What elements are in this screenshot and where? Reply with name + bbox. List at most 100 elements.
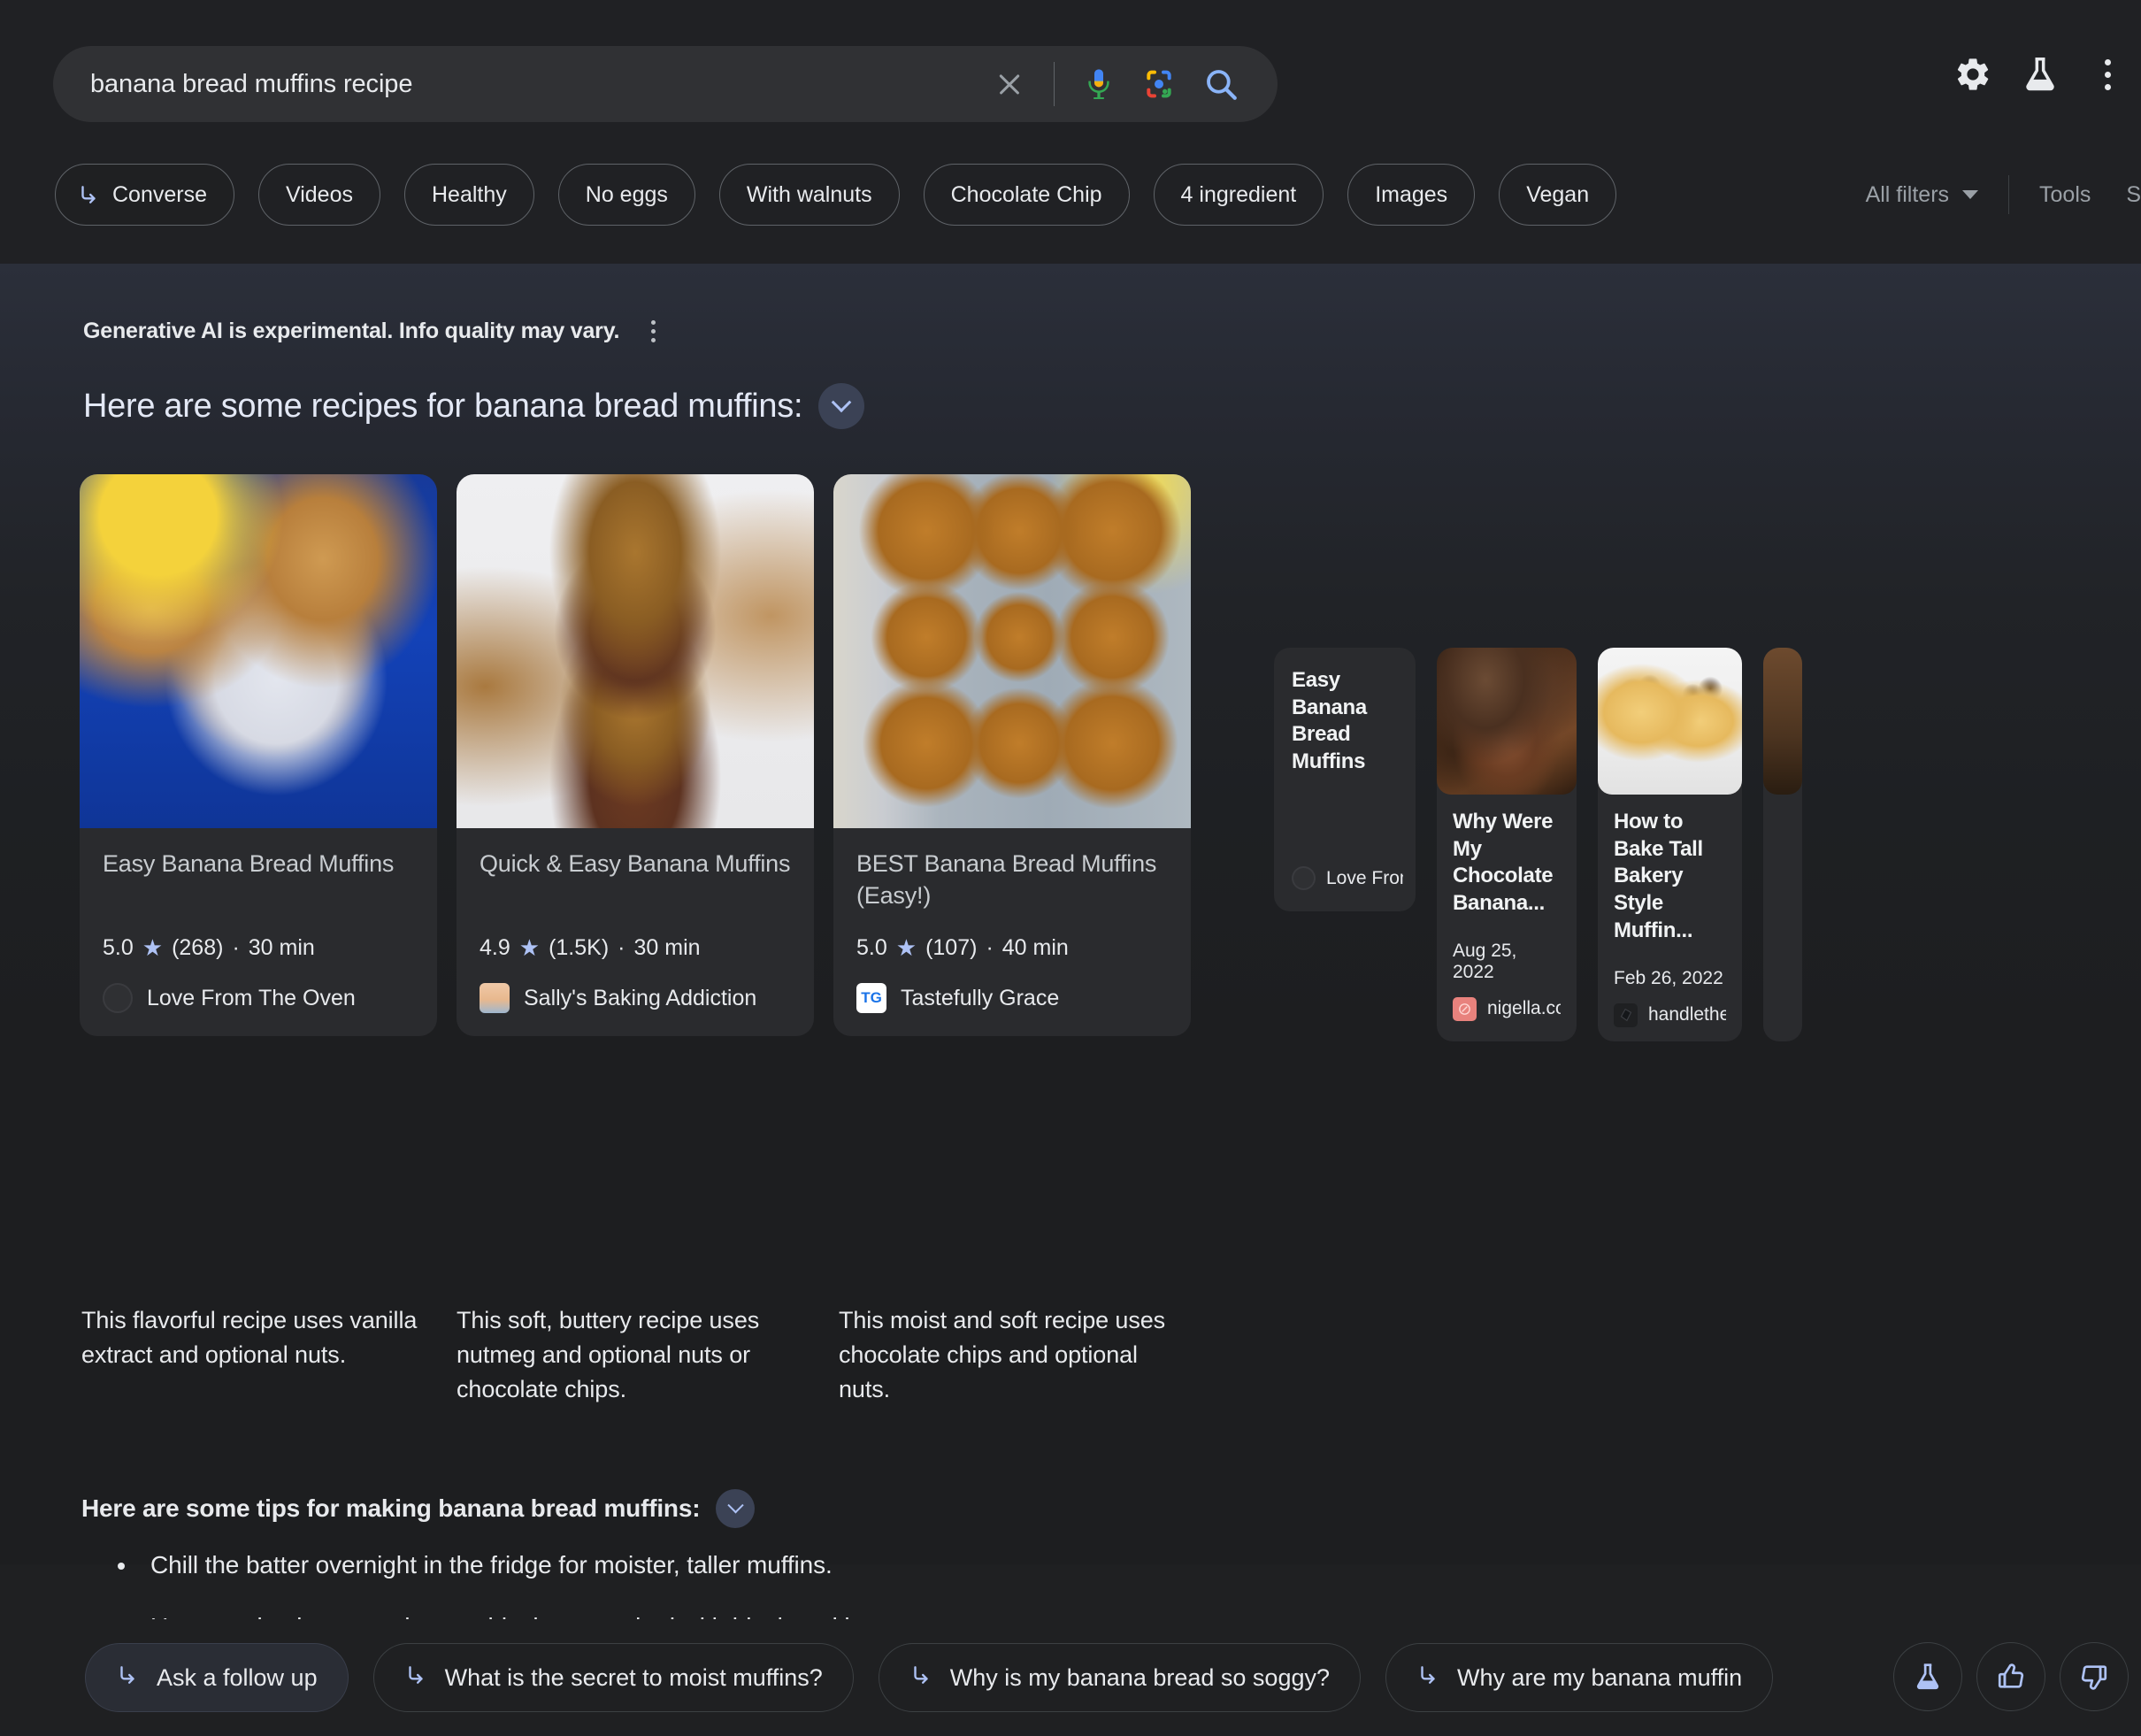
filter-chip-no-eggs[interactable]: No eggs [557, 164, 695, 226]
chevron-down-icon [727, 1496, 744, 1513]
source-card-title: How to Bake Tall Bakery Style Muffin... [1614, 810, 1703, 942]
labs-flask-icon[interactable] [1893, 1642, 1962, 1711]
recipe-card-body: Easy Banana Bread Muffins 5.0 ★ (268) · … [80, 828, 437, 1036]
search-header: Converse Videos Healthy No eggs With wal… [0, 0, 2141, 264]
turn-arrow-icon [404, 1663, 427, 1693]
all-filters-button[interactable]: All filters [1865, 181, 1979, 208]
thumbs-down-icon[interactable] [2060, 1642, 2129, 1711]
source-card-carousel: Easy Banana Bread Muffins Love From ... … [1274, 648, 1802, 1041]
microphone-icon[interactable] [1074, 59, 1124, 109]
list-item: Chill the batter overnight in the fridge… [138, 1547, 1247, 1584]
recipe-thumbnail [833, 474, 1191, 828]
google-lens-icon[interactable] [1134, 59, 1184, 109]
recipe-card-list: Easy Banana Bread Muffins 5.0 ★ (268) · … [80, 474, 1191, 1036]
meta-separator: · [232, 935, 240, 960]
favicon-icon [1292, 866, 1316, 890]
ai-overflow-menu-icon[interactable] [651, 320, 656, 342]
filter-chip-vegan[interactable]: Vegan [1499, 164, 1617, 226]
filter-chip-label: Images [1375, 181, 1448, 207]
kebab-menu-icon[interactable] [2074, 41, 2141, 108]
recipes-expand-button[interactable] [818, 383, 865, 429]
recipe-card[interactable]: BEST Banana Bread Muffins (Easy!) 5.0 ★ … [833, 474, 1191, 1036]
recipe-card[interactable]: Quick & Easy Banana Muffins 4.9 ★ (1.5K)… [457, 474, 814, 1036]
filter-chip-label: Converse [112, 181, 207, 207]
gear-icon[interactable] [1939, 41, 2007, 108]
source-card[interactable]: Easy Banana Bread Muffins Love From ... [1274, 648, 1416, 911]
filter-chip-chocolate-chip[interactable]: Chocolate Chip [923, 164, 1130, 226]
tips-expand-button[interactable] [716, 1489, 756, 1528]
recipe-source-name: Sally's Baking Addiction [524, 985, 757, 1010]
recipe-thumbnail [80, 474, 437, 828]
followup-chip-label: Why is my banana bread so soggy? [949, 1663, 1330, 1691]
followup-chip-banana-muffins[interactable]: Why are my banana muffin [1385, 1643, 1774, 1712]
filter-chip-with-walnuts[interactable]: With walnuts [718, 164, 900, 226]
source-card-body: Why Were My Chocolate Banana... Aug 25, … [1437, 795, 1577, 1035]
followup-chip-moist-muffins[interactable]: What is the secret to moist muffins? [372, 1643, 854, 1712]
meta-separator: · [986, 935, 994, 960]
source-card-partial[interactable] [1763, 648, 1802, 1041]
followup-bar: Ask a follow up What is the secret to mo… [0, 1619, 2141, 1736]
clear-icon[interactable] [985, 59, 1034, 109]
all-filters-label: All filters [1865, 181, 1950, 207]
source-card-source: Love From ... [1292, 866, 1403, 890]
search-submit-icon[interactable] [1196, 59, 1246, 109]
recipe-meta: 4.9 ★ (1.5K) · 30 min [480, 934, 791, 962]
source-card[interactable]: How to Bake Tall Bakery Style Muffin... … [1598, 648, 1742, 1041]
recipe-card[interactable]: Easy Banana Bread Muffins 5.0 ★ (268) · … [80, 474, 437, 1036]
recipe-reviews: (107) [925, 935, 978, 960]
source-card-title: Easy Banana Bread Muffins [1292, 668, 1367, 774]
feedback-actions [1893, 1642, 2129, 1711]
safe-search-button[interactable]: Sa [2126, 182, 2141, 208]
filter-chip-label: With walnuts [746, 181, 872, 207]
recipe-title: BEST Banana Bread Muffins (Easy!) [856, 850, 1157, 910]
recipe-source-name: Tastefully Grace [901, 985, 1060, 1010]
recipe-source: TG Tastefully Grace [856, 983, 1168, 1013]
followup-chip-soggy-bread[interactable]: Why is my banana bread so soggy? [878, 1643, 1361, 1712]
source-card[interactable]: Why Were My Chocolate Banana... Aug 25, … [1437, 648, 1577, 1041]
filter-chip-label: No eggs [585, 181, 668, 207]
filter-chip-videos[interactable]: Videos [258, 164, 380, 226]
search-results-page: Converse Videos Healthy No eggs With wal… [0, 0, 2141, 1736]
star-icon: ★ [142, 934, 164, 961]
thumbs-up-icon[interactable] [1976, 1642, 2045, 1711]
favicon-icon [103, 983, 133, 1013]
filter-chip-label: Vegan [1526, 181, 1590, 207]
source-card-thumbnail [1437, 648, 1577, 795]
search-input[interactable] [53, 69, 985, 99]
favicon-icon: TG [856, 983, 886, 1013]
chevron-down-icon [1962, 190, 1979, 199]
search-box[interactable] [53, 46, 1278, 122]
recipe-card-body: BEST Banana Bread Muffins (Easy!) 5.0 ★ … [833, 828, 1191, 1036]
filter-chip-converse[interactable]: Converse [55, 164, 234, 226]
recipe-source: Love From The Oven [103, 983, 414, 1013]
recipe-time: 30 min [633, 935, 701, 960]
recipe-card-body: Quick & Easy Banana Muffins 4.9 ★ (1.5K)… [457, 828, 814, 1036]
ai-disclaimer: Generative AI is experimental. Info qual… [83, 319, 656, 344]
source-card-source-name: Love From ... [1326, 867, 1403, 888]
recipe-title: Easy Banana Bread Muffins [103, 850, 395, 877]
filter-chip-images[interactable]: Images [1347, 164, 1476, 226]
turn-arrow-icon [909, 1663, 932, 1693]
ai-tips-heading: Here are some tips for making banana bre… [81, 1489, 756, 1528]
source-card-date: Feb 26, 2022 [1614, 967, 1723, 988]
followup-chip-ask[interactable]: Ask a follow up [85, 1643, 349, 1712]
favicon-icon [1614, 1002, 1638, 1027]
filter-tools-group: All filters Tools Sa [1866, 175, 2141, 214]
recipe-description: This soft, buttery recipe uses nutmeg an… [457, 1307, 760, 1403]
filter-chip-4-ingredient[interactable]: 4 ingredient [1153, 164, 1324, 226]
flask-icon[interactable] [2007, 41, 2074, 108]
recipe-descriptions: This flavorful recipe uses vanilla extra… [81, 1303, 1194, 1407]
recipe-thumbnail [457, 474, 814, 828]
header-actions [1939, 41, 2141, 108]
recipe-description: This flavorful recipe uses vanilla extra… [81, 1307, 418, 1369]
filter-chip-label: Videos [286, 181, 353, 207]
recipe-reviews: (268) [172, 935, 224, 960]
generative-ai-panel: Generative AI is experimental. Info qual… [0, 264, 2141, 1736]
recipe-meta: 5.0 ★ (107) · 40 min [856, 934, 1168, 962]
turn-arrow-icon [1416, 1663, 1439, 1693]
meta-separator: · [618, 935, 625, 960]
filter-chip-healthy[interactable]: Healthy [404, 164, 534, 226]
recipe-meta: 5.0 ★ (268) · 30 min [103, 934, 414, 962]
turn-arrow-icon [116, 1663, 139, 1693]
tools-button[interactable]: Tools [2039, 182, 2091, 208]
